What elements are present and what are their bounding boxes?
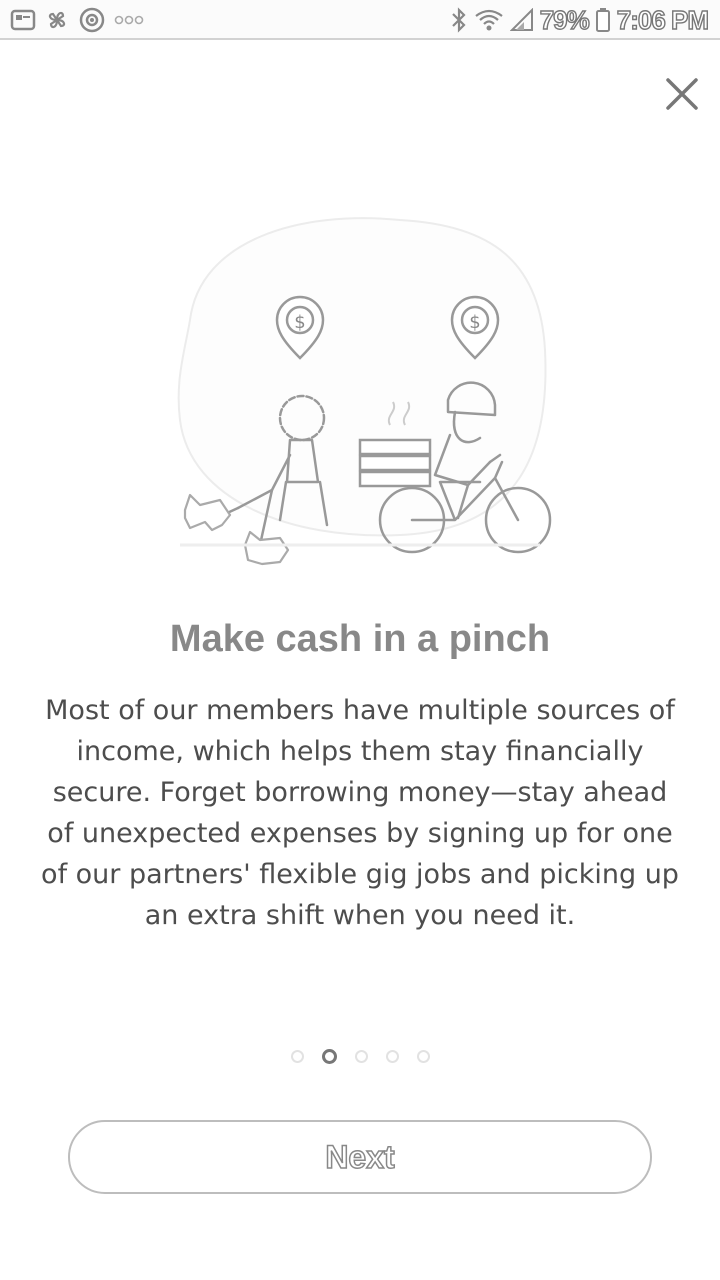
battery-percentage: 79%	[539, 4, 590, 35]
next-button[interactable]: Next	[68, 1120, 652, 1194]
onboarding-title: Make cash in a pinch	[169, 618, 551, 660]
wifi-icon	[475, 9, 503, 31]
more-dots-icon	[114, 15, 144, 25]
next-button-label: Next	[325, 1138, 396, 1176]
svg-text:$: $	[469, 312, 480, 333]
page-dot-4[interactable]	[385, 1050, 399, 1063]
page-dot-1[interactable]	[290, 1050, 304, 1063]
pinwheel-icon	[48, 11, 66, 29]
page-indicator	[0, 1049, 720, 1064]
image-notification-icon	[10, 9, 36, 31]
status-bar-right: 79% 7:06 PM	[450, 4, 710, 35]
page-dot-3[interactable]	[354, 1050, 368, 1063]
signal-icon	[509, 8, 533, 31]
close-icon	[666, 78, 698, 110]
clock: 7:06 PM	[616, 4, 710, 35]
status-bar: 79% 7:06 PM	[0, 0, 720, 40]
svg-text:$: $	[294, 312, 305, 333]
onboarding-description: Most of our members have multiple source…	[41, 695, 679, 931]
battery-icon	[595, 8, 610, 32]
close-button[interactable]	[656, 68, 708, 120]
gig-workers-illustration: $ $	[177, 217, 552, 566]
bluetooth-icon	[451, 7, 466, 33]
page-dot-2-active[interactable]	[321, 1049, 337, 1064]
page-dot-5[interactable]	[416, 1050, 430, 1063]
target-icon	[79, 7, 105, 33]
status-bar-left	[10, 6, 144, 34]
